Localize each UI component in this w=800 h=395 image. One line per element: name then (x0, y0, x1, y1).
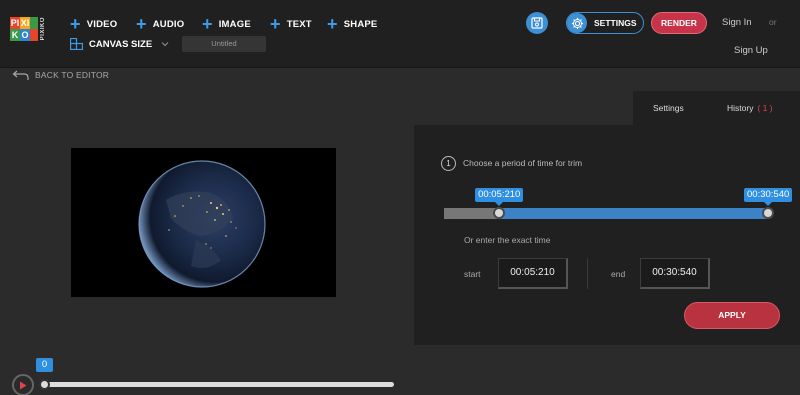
trim-start-tooltip: 00:05:210 (475, 188, 524, 206)
canvas-size-label: CANVAS SIZE (89, 38, 153, 50)
add-text-label: TEXT (286, 18, 312, 30)
add-image-button[interactable]: + IMAGE (202, 14, 251, 34)
canvas-size-icon (70, 38, 83, 50)
tab-history[interactable]: History( 1 ) (727, 103, 773, 113)
settings-button[interactable]: SETTINGS (566, 12, 644, 34)
trim-range-selection (499, 208, 768, 219)
logo-cell: K (10, 29, 20, 41)
sign-up-link[interactable]: Sign Up (734, 45, 768, 56)
top-toolbar: PI XI K O PIXIKO + VIDEO + AUDIO + IMAGE + T… (0, 0, 800, 68)
project-name-field[interactable]: Untitled (182, 36, 266, 52)
add-image-label: IMAGE (218, 18, 251, 30)
plus-icon: + (270, 14, 281, 34)
pixiko-logo[interactable]: PI XI K O PIXIKO (10, 17, 48, 49)
render-button[interactable]: RENDER (651, 12, 707, 34)
exact-time-label: Or enter the exact time (464, 235, 551, 245)
settings-label: SETTINGS (594, 18, 637, 28)
play-icon (20, 381, 27, 389)
play-button[interactable] (12, 374, 34, 395)
tab-settings[interactable]: Settings (653, 103, 684, 113)
add-shape-button[interactable]: + SHAPE (327, 14, 378, 34)
plus-icon: + (202, 14, 213, 34)
end-time-input[interactable]: 00:30:540 (640, 258, 710, 289)
add-text-button[interactable]: + TEXT (270, 14, 312, 34)
logo-cell: PI (10, 17, 20, 29)
timeline-playhead[interactable] (39, 379, 50, 390)
end-field-label: end (611, 269, 626, 279)
canvas-size-dropdown[interactable]: CANVAS SIZE (70, 36, 169, 52)
timeline-position-tooltip: 0 (36, 358, 53, 372)
sign-in-link[interactable]: Sign In (722, 17, 752, 28)
add-audio-button[interactable]: + AUDIO (136, 14, 185, 34)
step-instruction: Choose a period of time for trim (463, 158, 583, 168)
add-shape-label: SHAPE (343, 18, 378, 30)
plus-icon: + (327, 14, 338, 34)
logo-wordmark: PIXIKO (40, 17, 46, 41)
logo-cell (30, 17, 38, 29)
step-number: 1 (441, 156, 456, 171)
video-preview (71, 148, 336, 297)
back-to-editor-link[interactable]: BACK TO EDITOR (12, 68, 109, 82)
earth-at-night-image (71, 148, 336, 297)
gear-icon (567, 13, 587, 33)
tab-settings-label: Settings (653, 103, 684, 113)
back-to-editor-label: BACK TO EDITOR (35, 70, 110, 80)
start-time-input[interactable]: 00:05:210 (498, 258, 568, 289)
chevron-down-icon (161, 42, 169, 47)
trim-end-handle[interactable] (762, 207, 774, 219)
logo-cell: O (20, 29, 30, 41)
add-video-label: VIDEO (86, 18, 118, 30)
save-icon (531, 17, 543, 29)
tab-history-label: History (727, 103, 754, 113)
or-separator: or (769, 17, 777, 27)
add-audio-label: AUDIO (152, 18, 185, 30)
plus-icon: + (136, 14, 147, 34)
panel-tabs: Settings History( 1 ) (633, 91, 800, 125)
save-button[interactable] (526, 12, 548, 34)
apply-button[interactable]: APPLY (684, 302, 780, 329)
logo-cell (30, 29, 38, 41)
history-count-badge: ( 1 ) (757, 103, 773, 113)
start-field-label: start (464, 269, 481, 279)
field-divider (587, 258, 588, 289)
trim-start-handle[interactable] (493, 207, 506, 219)
logo-cell: XI (20, 17, 30, 29)
back-arrow-icon (12, 70, 29, 80)
plus-icon: + (70, 14, 81, 34)
timeline-track[interactable] (44, 382, 394, 387)
trim-end-tooltip: 00:30:540 (744, 188, 793, 206)
add-video-button[interactable]: + VIDEO (70, 14, 118, 34)
